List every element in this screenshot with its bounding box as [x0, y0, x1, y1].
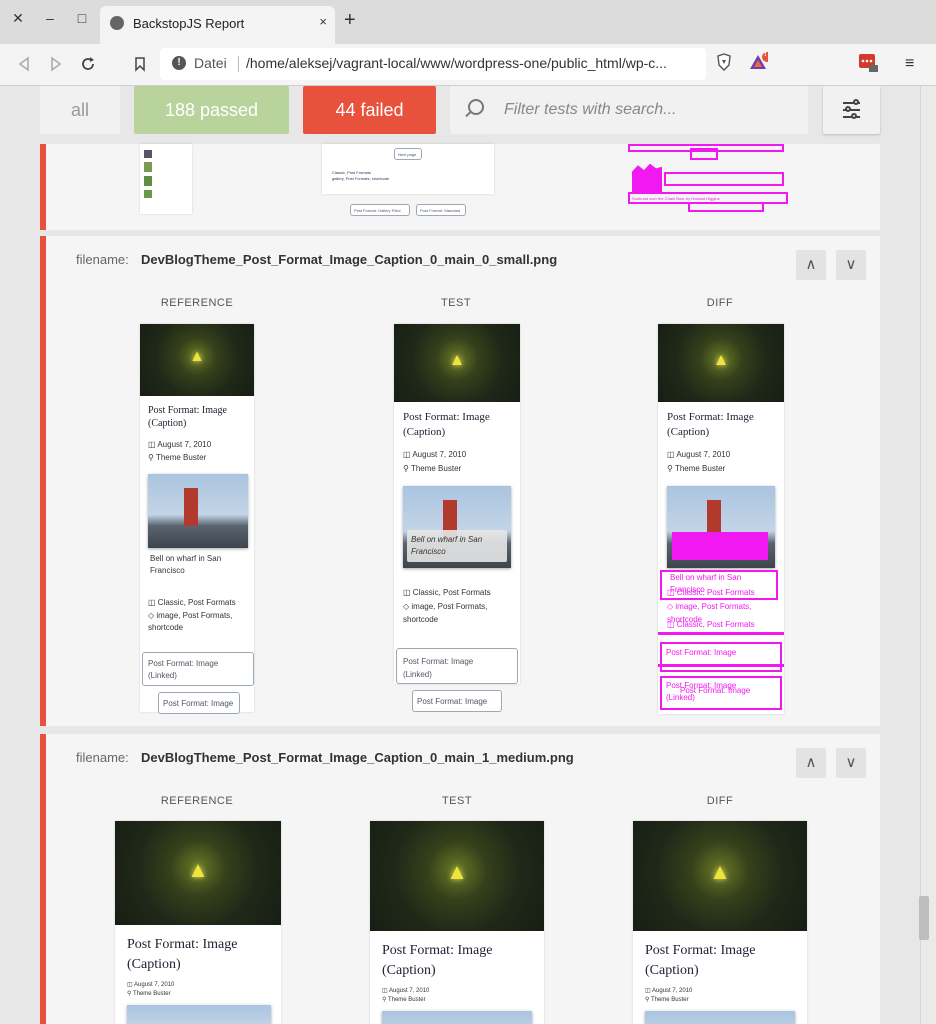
filter-failed-button[interactable]: 44 failed: [303, 86, 436, 134]
scrollbar-track[interactable]: [920, 86, 936, 1024]
filename: DevBlogTheme_Post_Format_Image_Caption_0…: [141, 252, 558, 267]
test-card: filename: DevBlogTheme_Post_Format_Image…: [40, 734, 880, 1024]
test-screenshot-thumb[interactable]: Next page Classic, Post Formats gallery,…: [322, 144, 494, 194]
window-maximize-icon[interactable]: □: [72, 10, 92, 26]
url-divider: [238, 56, 239, 72]
brave-shield-icon[interactable]: [714, 52, 734, 72]
url-scheme: Datei: [194, 55, 227, 71]
test-prev-post-button: Post Format: Image (Linked): [396, 648, 518, 684]
diff-screenshot-thumb[interactable]: Sunburst over the Chain Bow, by Howard H…: [628, 144, 788, 214]
window-close-icon[interactable]: ✕: [8, 10, 28, 27]
col-label-test: TEST: [441, 795, 473, 807]
triforce-icon: ▲: [189, 348, 205, 365]
filter-passed-button[interactable]: 188 passed: [134, 86, 289, 134]
extension-icon[interactable]: [858, 52, 878, 72]
diff-screenshot[interactable]: ▲ Post Format: Image (Caption) ◫ August 7…: [633, 821, 807, 1024]
expand-down-button[interactable]: ∨: [836, 250, 866, 280]
post-photo: Bell on wharf in San Francisco: [403, 486, 511, 568]
next-post-button: Post Format: Standard: [416, 204, 466, 216]
filename: DevBlogTheme_Post_Format_Image_Caption_0…: [141, 750, 574, 765]
tab-title: BackstopJS Report: [133, 16, 245, 31]
col-label-reference: REFERENCE: [160, 297, 234, 309]
menu-icon[interactable]: ≡: [905, 55, 914, 73]
filename-label: filename:: [76, 750, 129, 765]
col-label-diff: DIFF: [706, 795, 734, 807]
scrollbar-thumb[interactable]: [919, 896, 929, 940]
search-input[interactable]: Filter tests with search...: [504, 101, 677, 119]
expand-down-button[interactable]: ∨: [836, 748, 866, 778]
chevron-down-icon: ∨: [845, 754, 857, 771]
page-viewport: all 188 passed 44 failed Filter tests wi…: [0, 86, 920, 1024]
ref-next-post-button: Post Format: Image: [158, 692, 240, 714]
collapse-up-button[interactable]: ∧: [796, 250, 826, 280]
triforce-icon: ▲: [448, 350, 466, 369]
diff-screenshot[interactable]: ▲ Post Format: Image (Caption) ◫ August 7…: [658, 324, 784, 714]
test-next-post-button: Post Format: Image: [412, 690, 502, 712]
url-text[interactable]: /home/aleksej/vagrant-local/www/wordpres…: [246, 55, 667, 71]
triforce-icon: ▲: [187, 857, 209, 882]
chevron-up-icon: ∧: [805, 754, 817, 771]
filter-bar: all 188 passed 44 failed Filter tests wi…: [0, 86, 920, 144]
browser-toolbar: ! Datei /home/aleksej/vagrant-local/www/…: [0, 44, 936, 86]
search-box[interactable]: Filter tests with search...: [450, 86, 808, 134]
address-bar[interactable]: ! Datei /home/aleksej/vagrant-local/www/…: [160, 48, 706, 80]
triforce-icon: ▲: [446, 859, 468, 884]
window-minimize-icon[interactable]: –: [40, 10, 60, 26]
brave-rewards-badge: !: [764, 49, 767, 58]
test-card-previous: Next page Classic, Post Formats gallery,…: [40, 144, 880, 230]
post-photo: [148, 474, 248, 548]
search-icon: [468, 99, 484, 115]
back-icon[interactable]: [16, 56, 36, 72]
col-label-diff: DIFF: [706, 297, 734, 309]
filter-all-button[interactable]: all: [40, 86, 120, 134]
new-tab-button[interactable]: +: [344, 10, 356, 30]
settings-button[interactable]: [823, 86, 880, 134]
bookmark-icon[interactable]: [132, 56, 152, 72]
forward-icon[interactable]: [48, 56, 68, 72]
tab-close-icon[interactable]: ×: [319, 14, 327, 29]
filename-label: filename:: [76, 252, 129, 267]
browser-tabbar: ✕ – □ BackstopJS Report × +: [0, 0, 936, 44]
test-screenshot[interactable]: ▲ Post Format: Image (Caption) ◫ August 7…: [370, 821, 544, 1024]
reference-screenshot[interactable]: ▲ Post Format: Image (Caption) ◫ August 7…: [115, 821, 281, 1024]
chevron-down-icon: ∨: [845, 256, 857, 273]
triforce-icon: ▲: [709, 859, 731, 884]
post-photo: [127, 1005, 271, 1024]
reference-screenshot-thumb[interactable]: [140, 144, 192, 214]
col-label-reference: REFERENCE: [160, 795, 234, 807]
col-label-test: TEST: [440, 297, 472, 309]
globe-icon: [110, 16, 124, 30]
reload-icon[interactable]: [80, 56, 100, 72]
browser-tab-active[interactable]: BackstopJS Report ×: [100, 6, 335, 44]
post-photo: [645, 1011, 795, 1024]
info-icon[interactable]: !: [172, 56, 186, 70]
test-screenshot[interactable]: ▲ Post Format: Image (Caption) ◫ August 7…: [394, 324, 520, 684]
ref-prev-post-button: Post Format: Image (Linked): [142, 652, 254, 686]
chevron-up-icon: ∧: [805, 256, 817, 273]
test-card: filename: DevBlogTheme_Post_Format_Image…: [40, 236, 880, 726]
post-photo: [382, 1011, 532, 1024]
collapse-up-button[interactable]: ∧: [796, 748, 826, 778]
diff-region: [672, 532, 768, 560]
prev-post-button: Post Format: Gallery Filed: [350, 204, 410, 216]
triforce-icon: ▲: [712, 350, 730, 369]
